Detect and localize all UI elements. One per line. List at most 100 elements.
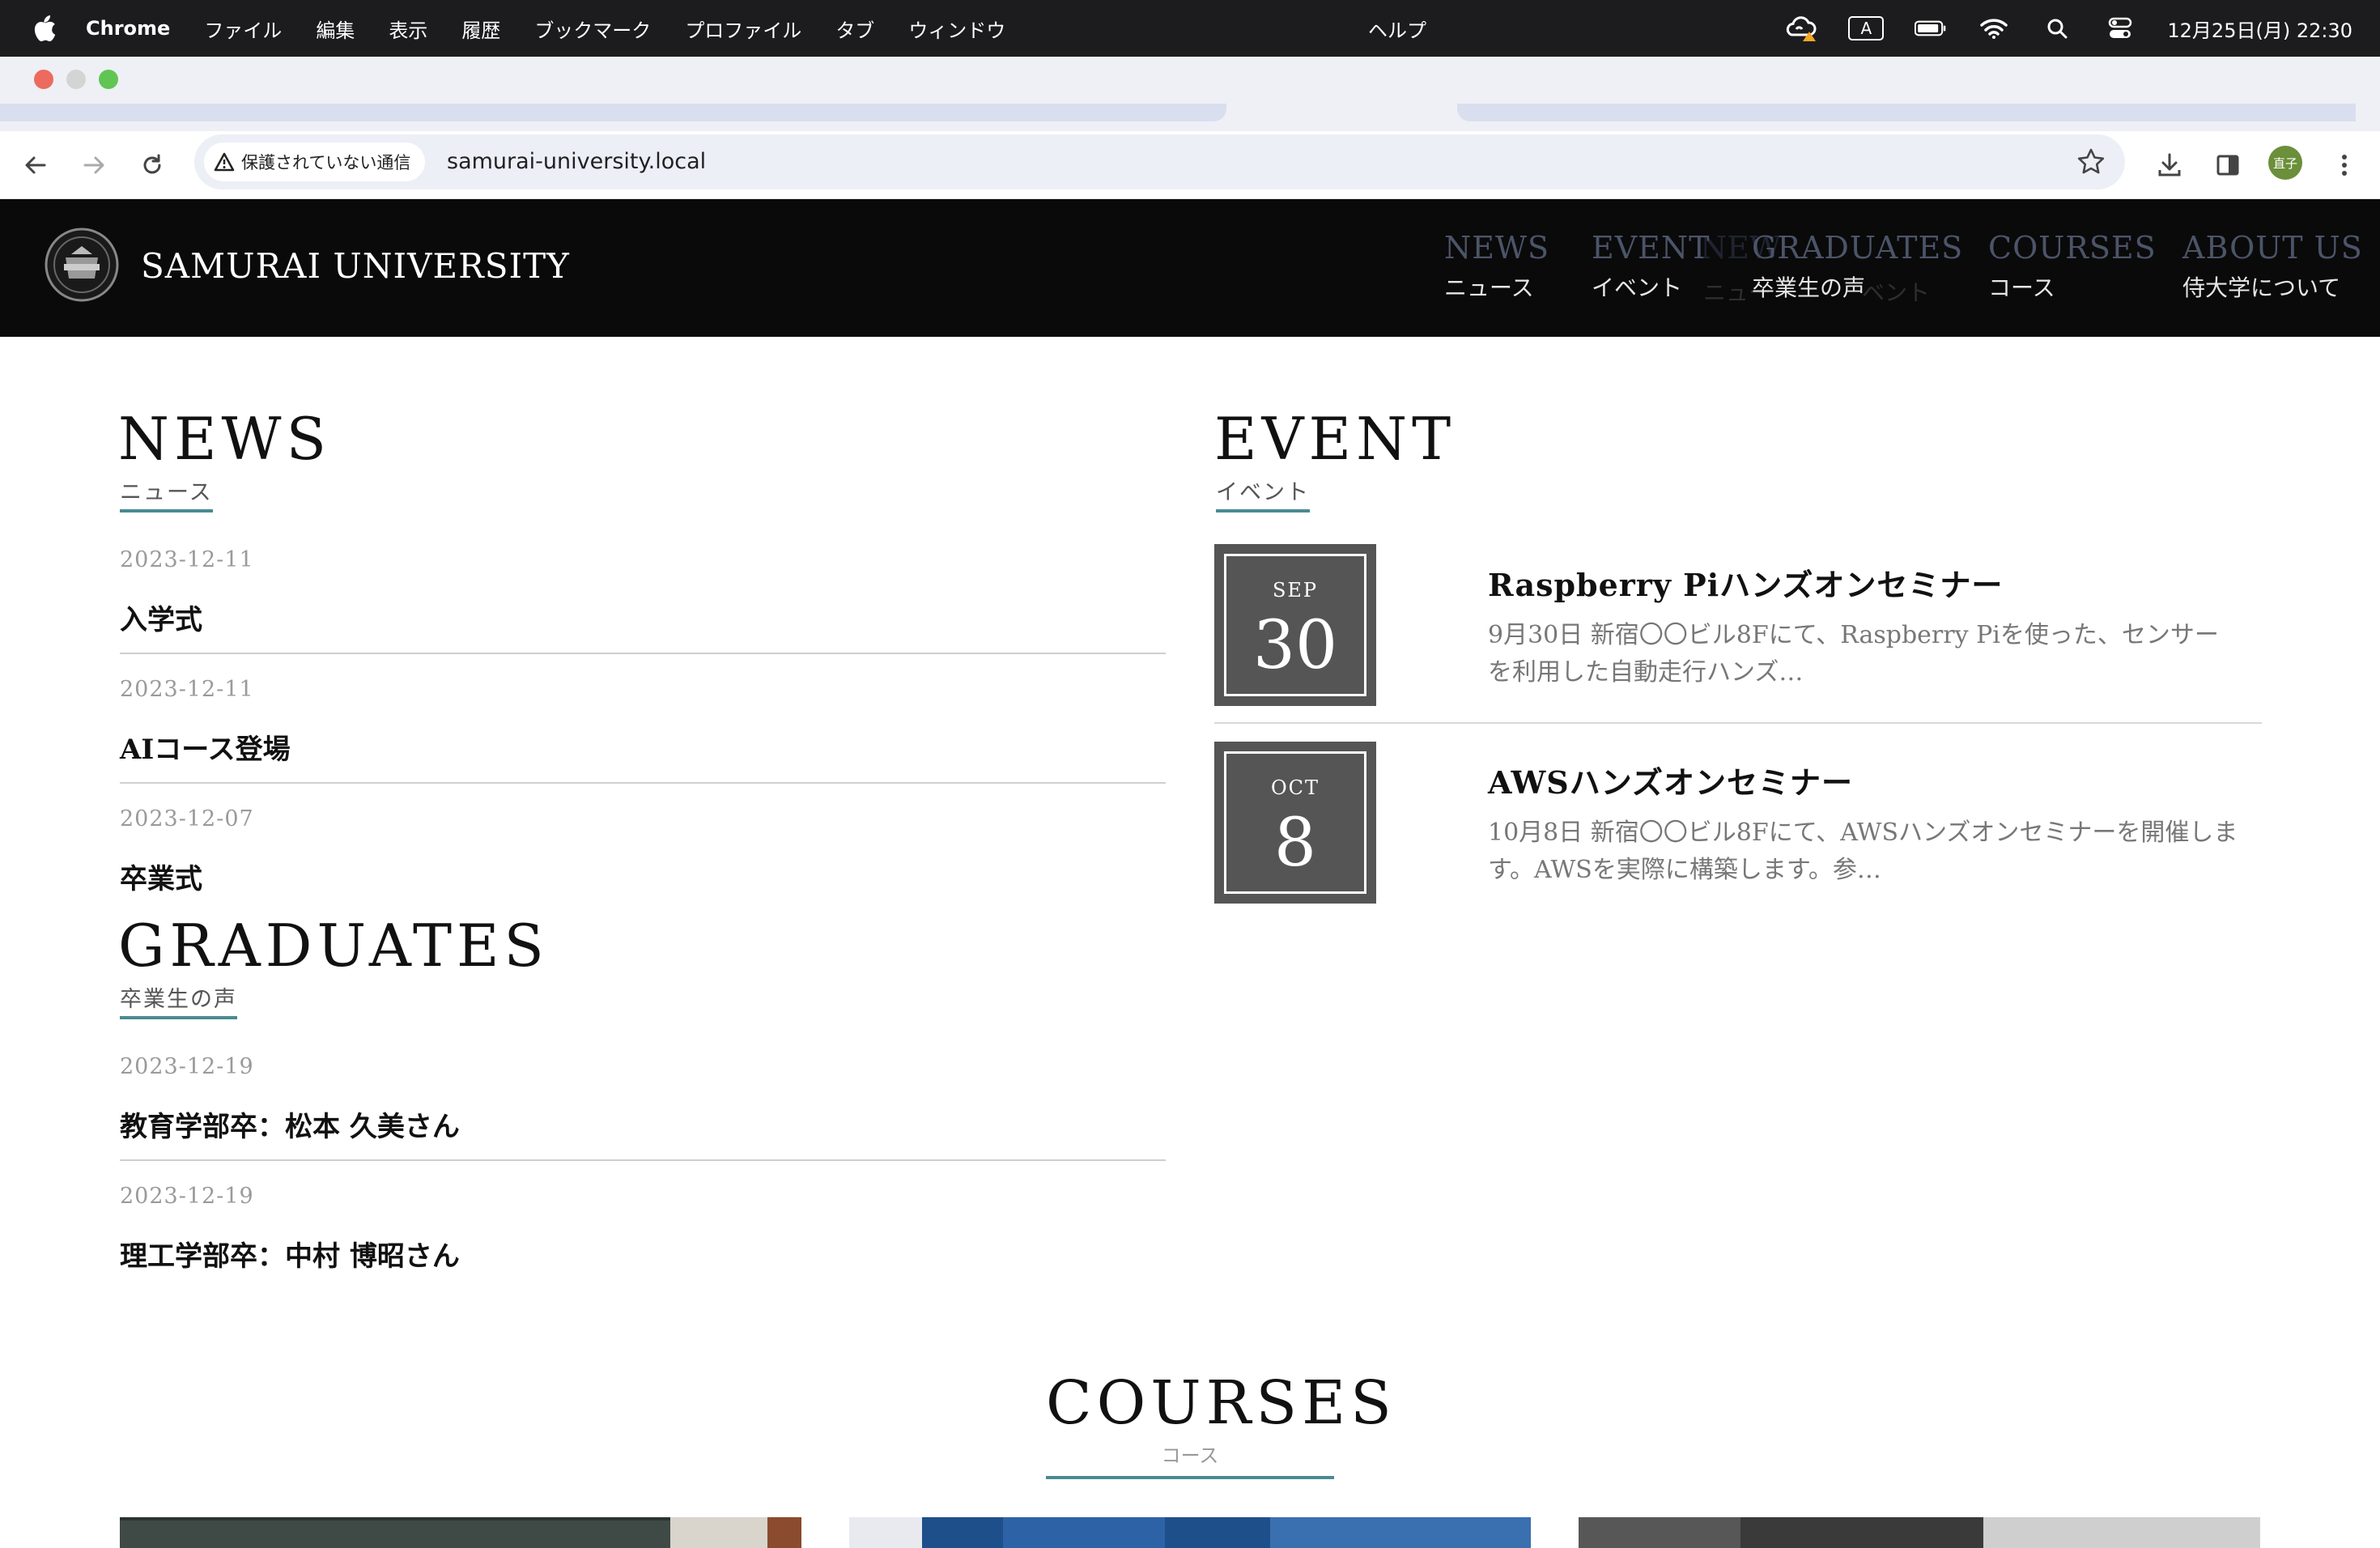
event-month: OCT — [1270, 776, 1320, 799]
event-date-frame: SEP 30 — [1224, 554, 1366, 696]
browser-toolbar: 保護されていない通信 samurai-university.local — [0, 131, 2380, 199]
event-month: SEP — [1272, 579, 1319, 602]
news-section-subtitle: ニュース — [120, 474, 213, 512]
back-button[interactable] — [16, 146, 55, 185]
side-panel-icon — [2216, 155, 2239, 176]
graduates-section-title: GRADUATES — [118, 912, 549, 980]
course-card[interactable] — [1579, 1517, 2260, 1548]
chrome-menu-button[interactable] — [2325, 146, 2364, 185]
news-post-date: 2023-12-11 — [120, 677, 254, 702]
nav-about-us-ja: 侍大学について — [2182, 274, 2341, 301]
nav-graduates-en: GRADUATES — [1752, 230, 1964, 266]
battery-icon[interactable] — [1915, 15, 1947, 42]
nav-about-us-en: ABOUT US — [2182, 230, 2363, 266]
nav-about-us[interactable]: ABOUT US 侍大学について — [2182, 230, 2363, 303]
event-card[interactable]: SEP 30 Raspberry Piハンズオンセミナー 9月30日 新宿〇〇ビ… — [1214, 544, 2262, 724]
graduate-post-date: 2023-12-19 — [120, 1184, 254, 1209]
inactive-tab-edge — [1457, 104, 2356, 121]
news-post-title[interactable]: 入学式 — [120, 598, 202, 637]
creative-cloud-icon[interactable] — [1785, 15, 1817, 42]
event-date-box: OCT 8 — [1214, 742, 1376, 904]
courses-section-subtitle: コース — [1046, 1440, 1334, 1479]
news-section-title: NEWS — [118, 405, 331, 473]
event-divider — [1214, 722, 2262, 724]
menu-view[interactable]: 表示 — [389, 15, 427, 43]
course-image — [1579, 1517, 2260, 1548]
nav-courses[interactable]: COURSES コース — [1988, 230, 2157, 303]
apple-icon[interactable] — [32, 15, 57, 42]
graduates-divider — [120, 1159, 1166, 1161]
site-brand[interactable]: SAMURAI UNIVERSITY — [141, 246, 570, 286]
news-post-date: 2023-12-11 — [120, 547, 254, 572]
wifi-icon[interactable] — [1978, 15, 2010, 42]
nav-event[interactable]: EVENT イベント — [1592, 230, 1711, 303]
news-post-date: 2023-12-07 — [120, 806, 254, 831]
course-card[interactable] — [849, 1517, 1531, 1548]
news-post-title[interactable]: 卒業式 — [120, 857, 202, 896]
nav-news-ja: ニュース — [1444, 274, 1534, 301]
input-source-indicator[interactable]: A — [1848, 16, 1885, 40]
profile-avatar[interactable]: 直子 — [2268, 146, 2302, 180]
course-image — [120, 1517, 801, 1548]
event-title[interactable]: Raspberry Piハンズオンセミナー — [1488, 560, 2003, 605]
reload-button[interactable] — [133, 146, 172, 185]
menu-window[interactable]: ウィンドウ — [908, 15, 1005, 43]
menu-help[interactable]: ヘルプ — [1368, 15, 1426, 43]
side-panel-button[interactable] — [2208, 146, 2247, 185]
menu-bookmarks[interactable]: ブックマーク — [534, 15, 651, 43]
university-emblem-icon[interactable] — [44, 227, 120, 303]
window-close-button[interactable] — [34, 70, 53, 89]
url-text[interactable]: samurai-university.local — [447, 149, 706, 174]
nav-courses-en: COURSES — [1988, 230, 2157, 266]
menu-history[interactable]: 履歴 — [461, 15, 500, 43]
downloads-button[interactable] — [2150, 146, 2189, 185]
security-indicator[interactable]: 保護されていない通信 — [204, 142, 426, 181]
spotlight-search-icon[interactable] — [2041, 15, 2073, 42]
more-vertical-icon — [2342, 155, 2347, 176]
nav-graduates[interactable]: GRADUATES 卒業生の声 — [1752, 230, 1963, 303]
event-date-box: SEP 30 — [1214, 544, 1376, 706]
download-icon — [2158, 153, 2181, 176]
warning-icon — [214, 152, 235, 172]
menu-app-name[interactable]: Chrome — [86, 17, 170, 40]
event-day: 8 — [1273, 805, 1317, 882]
control-center-icon[interactable] — [2104, 15, 2136, 42]
nav-courses-ja: コース — [1988, 274, 2055, 301]
event-title[interactable]: AWSハンズオンセミナー — [1488, 758, 1853, 802]
nav-event-en: EVENT — [1592, 230, 1711, 266]
event-card[interactable]: OCT 8 AWSハンズオンセミナー 10月8日 新宿〇〇ビル8Fにて、AWSハ… — [1214, 742, 2262, 912]
reload-icon — [143, 154, 161, 174]
graduate-post-title[interactable]: 理工学部卒：中村 博昭さん — [120, 1234, 460, 1274]
event-section-title: EVENT — [1214, 405, 1456, 473]
nav-news-en: NEWS — [1444, 230, 1550, 266]
nav-news[interactable]: NEWS ニュース — [1444, 230, 1549, 303]
back-arrow-icon — [25, 156, 46, 174]
event-date-frame: OCT 8 — [1224, 751, 1366, 894]
graduates-section-subtitle: 卒業生の声 — [120, 981, 237, 1019]
nav-graduates-ja: 卒業生の声 — [1752, 274, 1866, 301]
menu-file[interactable]: ファイル — [204, 15, 282, 43]
inactive-tab-edge — [0, 104, 1226, 121]
address-bar[interactable]: 保護されていない通信 samurai-university.local — [194, 134, 2125, 189]
menu-bar-clock[interactable]: 12月25日(月) 22:30 — [2167, 15, 2352, 43]
window-zoom-button[interactable] — [99, 70, 118, 89]
news-post-title[interactable]: AIコース登場 — [120, 727, 291, 767]
graduate-post-title[interactable]: 教育学部卒：松本 久美さん — [120, 1104, 460, 1144]
news-divider — [120, 653, 1166, 654]
menu-edit[interactable]: 編集 — [316, 15, 355, 43]
event-description: 10月8日 新宿〇〇ビル8Fにて、AWSハンズオンセミナーを開催します。AWSを… — [1488, 819, 2238, 884]
menu-tab[interactable]: タブ — [835, 15, 874, 43]
forward-button[interactable] — [74, 146, 113, 185]
bookmark-star-icon[interactable] — [2076, 147, 2106, 176]
graduate-post-date: 2023-12-19 — [120, 1054, 254, 1079]
security-label: 保護されていない通信 — [241, 153, 411, 172]
event-section-subtitle: イベント — [1216, 474, 1310, 512]
forward-arrow-icon — [83, 156, 104, 174]
browser-tab-strip — [0, 57, 2380, 131]
course-card[interactable] — [120, 1517, 801, 1548]
menu-profiles[interactable]: プロファイル — [685, 15, 801, 43]
window-minimize-button[interactable] — [66, 70, 86, 89]
macos-menu-bar: Chrome ファイル 編集 表示 履歴 ブックマーク プロファイル タブ ウィ… — [0, 0, 2380, 57]
nav-event-ja: イベント — [1592, 274, 1683, 301]
course-image — [849, 1517, 1531, 1548]
